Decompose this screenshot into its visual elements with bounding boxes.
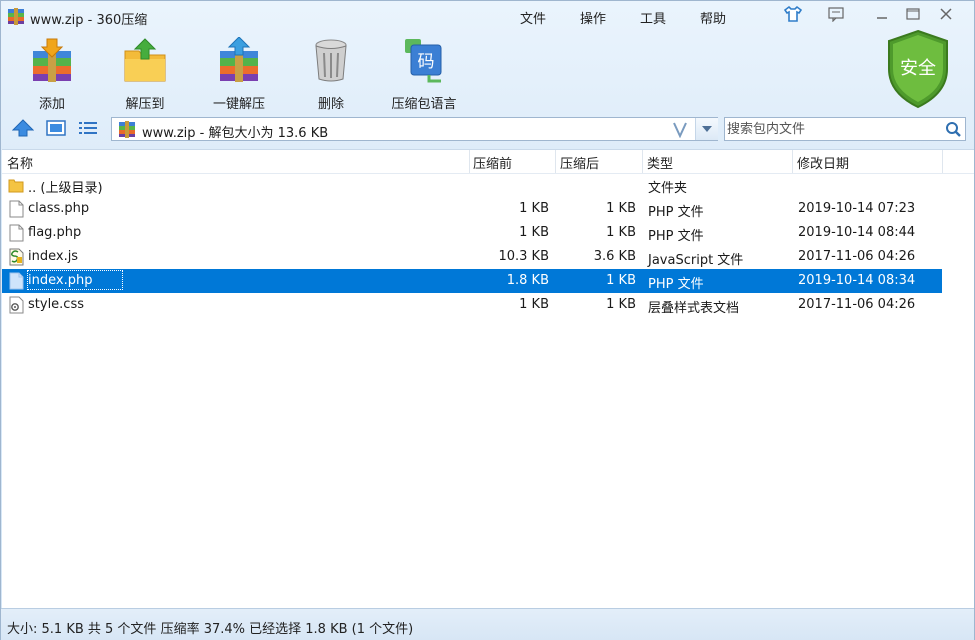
file-date: 2019-10-14 08:34 (798, 273, 916, 288)
file-icon (9, 272, 24, 290)
menu-help[interactable]: 帮助 (700, 8, 726, 27)
file-name: style.css (28, 297, 84, 312)
css-file-icon (9, 296, 24, 314)
file-packed: 3.6 KB (593, 249, 636, 264)
file-icon (9, 224, 24, 242)
file-name: .. (上级目录) (28, 181, 103, 196)
column-divider[interactable] (642, 150, 643, 173)
file-type: PHP 文件 (648, 205, 704, 220)
table-row[interactable]: index.js 10.3 KB 3.6 KB JavaScript 文件 20… (2, 245, 942, 269)
trash-icon (315, 39, 347, 82)
path-text: www.zip - 解包大小为 13.6 KB (142, 126, 329, 141)
app-window: www.zip - 360压缩 文件 操作 工具 帮助 添加 解压到 一键解压 … (0, 0, 975, 640)
file-date: 2017-11-06 04:26 (798, 249, 916, 264)
menu-tools[interactable]: 工具 (640, 8, 666, 27)
table-row[interactable]: flag.php 1 KB 1 KB PHP 文件 2019-10-14 08:… (2, 221, 942, 245)
minimize-icon[interactable] (873, 6, 891, 22)
folder-icon (8, 179, 24, 193)
extract-folder-icon (124, 38, 166, 82)
table-row-selected[interactable]: index.php 1.8 KB 1 KB PHP 文件 2019-10-14 … (2, 269, 942, 293)
table-row-parent[interactable]: .. (上级目录) 文件夹 (2, 173, 942, 197)
file-type: JavaScript 文件 (648, 253, 744, 268)
delete-label: 删除 (317, 97, 344, 112)
file-packed: 1 KB (606, 225, 636, 240)
column-packed[interactable]: 压缩后 (560, 153, 599, 172)
extract-to-button[interactable]: 解压到 (120, 37, 170, 112)
feedback-icon[interactable] (827, 6, 845, 22)
file-type: PHP 文件 (648, 277, 704, 292)
file-size: 1 KB (519, 297, 549, 312)
table-row[interactable]: style.css 1 KB 1 KB 层叠样式表文档 2017-11-06 0… (2, 293, 942, 317)
menu-operation[interactable]: 操作 (580, 8, 606, 27)
toolbar: 添加 解压到 一键解压 删除 码 压缩包语言 安全 (1, 29, 974, 112)
zip-app-icon (8, 8, 24, 25)
chevron-down-icon (702, 126, 712, 132)
file-packed: 1 KB (606, 273, 636, 288)
window-title: www.zip - 360压缩 (30, 13, 148, 28)
file-name: index.php (28, 273, 93, 288)
file-packed: 1 KB (606, 297, 636, 312)
file-date: 2019-10-14 07:23 (798, 201, 916, 216)
script-file-icon (9, 248, 24, 266)
thumbnail-view-icon[interactable] (45, 119, 67, 137)
file-size: 10.3 KB (498, 249, 549, 264)
delete-button[interactable]: 删除 (306, 37, 356, 112)
file-date: 2017-11-06 04:26 (798, 297, 916, 312)
add-button[interactable]: 添加 (27, 37, 77, 112)
archive-language-button[interactable]: 码 压缩包语言 (387, 37, 461, 112)
column-divider[interactable] (942, 150, 943, 173)
address-bar: www.zip - 解包大小为 13.6 KB (1, 113, 974, 145)
archive-language-label: 压缩包语言 (391, 97, 457, 112)
one-click-extract-label: 一键解压 (212, 97, 265, 112)
one-click-extract-icon (220, 36, 258, 82)
skin-shirt-icon[interactable] (783, 5, 803, 23)
column-name[interactable]: 名称 (7, 153, 33, 172)
file-type: PHP 文件 (648, 229, 704, 244)
search-icon[interactable] (944, 120, 963, 138)
status-text: 大小: 5.1 KB 共 5 个文件 压缩率 37.4% 已经选择 1.8 KB… (7, 622, 414, 637)
list-view-icon[interactable] (77, 119, 99, 137)
encoding-icon: 码 (405, 39, 442, 83)
column-size[interactable]: 压缩前 (473, 153, 512, 172)
title-bar: www.zip - 360压缩 文件 操作 工具 帮助 (1, 1, 974, 31)
status-bar: 大小: 5.1 KB 共 5 个文件 压缩率 37.4% 已经选择 1.8 KB… (1, 608, 974, 640)
verified-check-icon (673, 122, 687, 138)
security-shield-icon[interactable]: 安全 (885, 29, 951, 109)
file-type: 文件夹 (648, 181, 688, 196)
one-click-extract-button[interactable]: 一键解压 (207, 36, 271, 112)
extract-to-label: 解压到 (125, 97, 165, 112)
table-row[interactable]: class.php 1 KB 1 KB PHP 文件 2019-10-14 07… (2, 197, 942, 221)
menu-file[interactable]: 文件 (520, 8, 546, 27)
security-badge-text: 安全 (900, 58, 936, 79)
search-field (724, 117, 966, 141)
code-badge-text: 码 (418, 52, 435, 72)
file-size: 1 KB (519, 225, 549, 240)
maximize-icon[interactable] (904, 6, 922, 22)
file-name: flag.php (28, 225, 82, 240)
column-type[interactable]: 类型 (647, 153, 673, 172)
path-field[interactable]: www.zip - 解包大小为 13.6 KB (111, 117, 718, 141)
up-arrow-icon[interactable] (12, 119, 34, 137)
add-archive-icon (33, 38, 71, 82)
file-name: class.php (28, 201, 90, 216)
file-icon (9, 200, 24, 218)
column-date[interactable]: 修改日期 (797, 153, 849, 172)
close-icon[interactable] (937, 6, 955, 22)
zip-file-icon (119, 121, 135, 138)
column-divider[interactable] (469, 150, 470, 173)
column-divider[interactable] (792, 150, 793, 173)
file-type: 层叠样式表文档 (648, 301, 740, 316)
file-size: 1 KB (519, 201, 549, 216)
column-divider[interactable] (555, 150, 556, 173)
list-header: 名称 压缩前 压缩后 类型 修改日期 (2, 150, 974, 174)
file-date: 2019-10-14 08:44 (798, 225, 916, 240)
search-input[interactable] (727, 120, 939, 138)
file-packed: 1 KB (606, 201, 636, 216)
path-dropdown-button[interactable] (695, 118, 718, 140)
add-label: 添加 (38, 97, 65, 112)
file-size: 1.8 KB (506, 273, 549, 288)
file-name: index.js (28, 249, 79, 264)
file-list: 名称 压缩前 压缩后 类型 修改日期 .. (上级目录) 文件夹 class.p… (2, 149, 974, 608)
